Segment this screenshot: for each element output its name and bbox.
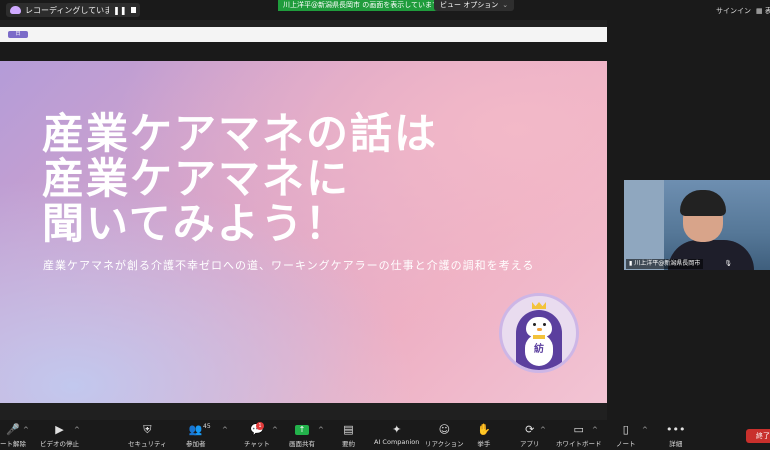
security-button[interactable]: ⛨ セキュリティ <box>128 423 167 448</box>
document-icon: ▤ <box>343 423 354 436</box>
chevron-up-icon[interactable]: ^ <box>272 426 278 434</box>
mic-icon: 🎙 <box>724 260 732 267</box>
apps-icon: ⟳ <box>525 423 535 436</box>
recording-text: レコーディングしています... <box>24 5 110 15</box>
apps-button[interactable]: ⟳ アプリ <box>520 423 540 448</box>
recording-indicator[interactable]: レコーディングしています... ❚❚ <box>6 3 140 17</box>
view-options-label: ビュー オプション <box>440 1 499 9</box>
stop-icon[interactable] <box>130 7 136 13</box>
cloud-icon <box>10 6 21 14</box>
participant-avatar <box>668 190 754 270</box>
whiteboard-icon: ▭ <box>573 423 584 436</box>
participants-button[interactable]: 👥 45 参加者 <box>186 423 211 448</box>
sparkle-icon: ✦ <box>392 423 402 436</box>
signin-button[interactable]: サインイン <box>716 6 751 16</box>
chat-button[interactable]: 💬 1 チャット <box>244 422 270 448</box>
raise-hand-button[interactable]: ✋ 挙手 <box>477 423 491 448</box>
shared-screen: 日 産業ケアマネの話は 産業ケアマネに 聞いてみよう！ 産業ケアマネが創る介護不… <box>0 20 607 420</box>
chevron-up-icon[interactable]: ^ <box>74 426 80 434</box>
view-button[interactable]: ▦ 表 <box>756 6 770 16</box>
pause-icon[interactable]: ❚❚ <box>113 6 126 15</box>
end-meeting-button[interactable]: 終了 <box>746 429 770 443</box>
participants-count: 45 <box>203 423 211 430</box>
top-bar: レコーディングしています... ❚❚ 川上洋平@新潟県長岡市 の画面を表示してい… <box>0 0 770 20</box>
notes-icon: ▯ <box>622 423 629 436</box>
slide-title: 産業ケアマネの話は 産業ケアマネに 聞いてみよう！ <box>42 111 438 246</box>
slide-subtitle: 産業ケアマネが創る介護不幸ゼロへの道、ワーキングケアラーの仕事と介護の調和を考え… <box>43 259 535 272</box>
chat-badge: 1 <box>256 422 264 430</box>
slide-title-line: 産業ケアマネの話は <box>42 109 439 158</box>
share-screen-button[interactable]: ↑ 画面共有 <box>289 423 315 448</box>
view-label: 表 <box>764 7 770 15</box>
chevron-up-icon[interactable]: ^ <box>23 426 29 434</box>
chevron-up-icon[interactable]: ^ <box>318 426 324 434</box>
notes-button[interactable]: ▯ ノート <box>616 423 636 448</box>
share-arrow-icon: ↑ <box>295 425 309 435</box>
signal-icon: ▮ <box>629 260 633 267</box>
slide-title-line: 聞いてみよう！ <box>42 199 349 248</box>
chevron-up-icon[interactable]: ^ <box>222 426 228 434</box>
screen-share-banner: 川上洋平@新潟県長岡市 の画面を表示しています <box>278 0 445 11</box>
reactions-button[interactable]: ☺ リアクション <box>425 423 464 448</box>
grid-icon: ▦ <box>756 7 763 15</box>
chevron-up-icon[interactable]: ^ <box>642 426 648 434</box>
crown-icon <box>532 302 546 309</box>
presentation-slide: 産業ケアマネの話は 産業ケアマネに 聞いてみよう！ 産業ケアマネが創る介護不幸ゼ… <box>0 61 607 403</box>
camera-icon: ▶ <box>55 423 64 436</box>
summary-button[interactable]: ▤ 要約 <box>342 423 355 448</box>
slide-title-line: 産業ケアマネに <box>42 154 351 203</box>
mic-muted-icon: 🎤 <box>6 423 20 436</box>
participant-video[interactable]: ▮ 川上洋平@新潟県長岡市 🎙 <box>624 180 770 270</box>
shield-icon: ⛨ <box>143 423 152 436</box>
ai-companion-button[interactable]: ✦ AI Companion <box>374 423 419 446</box>
slide-tag: 日 <box>8 31 28 38</box>
view-options-button[interactable]: ビュー オプション ⌄ <box>434 0 515 11</box>
more-dots-icon: ••• <box>666 423 686 436</box>
chevron-down-icon: ⌄ <box>502 1 509 9</box>
bow-icon <box>533 335 545 339</box>
participant-name: ▮ 川上洋平@新潟県長岡市 <box>626 259 704 269</box>
slide-header-strip: 日 <box>0 27 607 42</box>
chevron-up-icon[interactable]: ^ <box>540 426 546 434</box>
smiley-icon: ☺ <box>438 423 451 436</box>
people-icon: 👥 <box>188 423 203 436</box>
meeting-toolbar: 🎤 ート解除 ^ ▶ ビデオの停止 ^ ⛨ セキュリティ 👥 45 参加者 ^ … <box>0 420 770 450</box>
penguin-mascot-logo: 紡 <box>499 293 579 373</box>
more-button[interactable]: ••• 詳細 <box>666 423 685 448</box>
chevron-up-icon[interactable]: ^ <box>592 426 598 434</box>
hand-icon: ✋ <box>477 423 491 436</box>
